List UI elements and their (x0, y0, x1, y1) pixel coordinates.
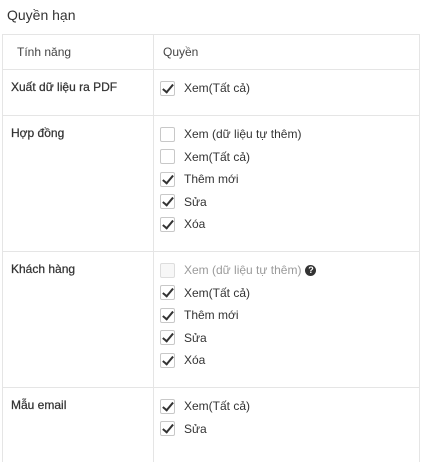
permission-label: Sửa (184, 421, 207, 436)
permission-option[interactable]: Xem(Tất cả) (160, 285, 250, 301)
feature-row: Hợp đồng Xem (dữ liệu tự thêm) Xem(Tất cả)… (3, 116, 419, 252)
section-title: Quyền hạn (7, 7, 76, 23)
question-circle-icon[interactable]: ? (305, 264, 317, 276)
permission-label: Xóa (184, 353, 206, 367)
permission-option: Xem (dữ liệu tự thêm)? (160, 262, 317, 278)
permission-label: Sửa (184, 194, 207, 209)
feature-row: Mẫu email Xem(Tất cả) Sửa (3, 388, 419, 462)
permission-option[interactable]: Xóa (160, 352, 205, 368)
permission-checkbox[interactable] (160, 307, 175, 323)
permission-label: Sửa (184, 330, 207, 345)
permission-checkbox[interactable] (160, 398, 175, 414)
permissions-panel: Quyền hạn Tính năng Quyền Xuất dữ liệu r… (0, 0, 432, 462)
permission-checkbox[interactable] (160, 80, 175, 96)
permission-checkbox[interactable] (160, 352, 175, 368)
permission-option[interactable]: Thêm mới (160, 171, 239, 187)
permission-checkbox[interactable] (160, 285, 175, 300)
permission-checkbox[interactable] (160, 149, 175, 164)
feature-name: Hợp đồng (11, 126, 65, 140)
table-header: Tính năng Quyền (3, 35, 419, 70)
permission-label: Xóa (184, 217, 206, 231)
permission-checkbox[interactable] (160, 194, 175, 209)
permission-checkbox[interactable] (160, 171, 175, 187)
feature-name: Khách hàng (11, 262, 76, 276)
permission-checkbox[interactable] (160, 330, 175, 345)
header-feature: Tính năng (17, 45, 72, 59)
feature-name: Xuất dữ liệu ra PDF (11, 80, 118, 94)
feature-row: Khách hàng Xem (dữ liệu tự thêm)? Xem(Tất … (3, 252, 419, 388)
permission-option[interactable]: Sửa (160, 330, 207, 346)
permission-label: Xem (dữ liệu tự thêm) (184, 263, 302, 277)
feature-name: Mẫu email (11, 398, 67, 412)
permission-label: Xem(Tất cả) (184, 399, 251, 413)
permission-option[interactable]: Xem(Tất cả) (160, 80, 250, 96)
permission-label: Xem (dữ liệu tự thêm) (184, 127, 302, 141)
permission-checkbox[interactable] (160, 421, 175, 436)
permission-label: Xem(Tất cả) (184, 285, 251, 300)
permission-option[interactable]: Xem(Tất cả) (160, 398, 250, 414)
permission-option[interactable]: Xem(Tất cả) (160, 149, 250, 165)
permission-option[interactable]: Thêm mới (160, 307, 239, 323)
permission-checkbox[interactable] (160, 126, 175, 142)
permission-checkbox[interactable] (160, 216, 175, 232)
permission-option[interactable]: Xóa (160, 216, 205, 232)
permission-label: Thêm mới (184, 308, 239, 322)
permission-option[interactable]: Xem (dữ liệu tự thêm) (160, 126, 301, 142)
permission-label: Thêm mới (184, 172, 239, 186)
permission-option[interactable]: Sửa (160, 421, 207, 437)
permission-checkbox (160, 262, 175, 278)
feature-row: Xuất dữ liệu ra PDF Xem(Tất cả) (3, 70, 419, 116)
permissions-table: Tính năng Quyền Xuất dữ liệu ra PDF Xem(T… (2, 34, 420, 462)
permission-option[interactable]: Sửa (160, 194, 207, 210)
permission-label: Xem(Tất cả) (184, 149, 251, 164)
header-permission: Quyền (163, 45, 199, 59)
permission-label: Xem(Tất cả) (184, 81, 251, 95)
